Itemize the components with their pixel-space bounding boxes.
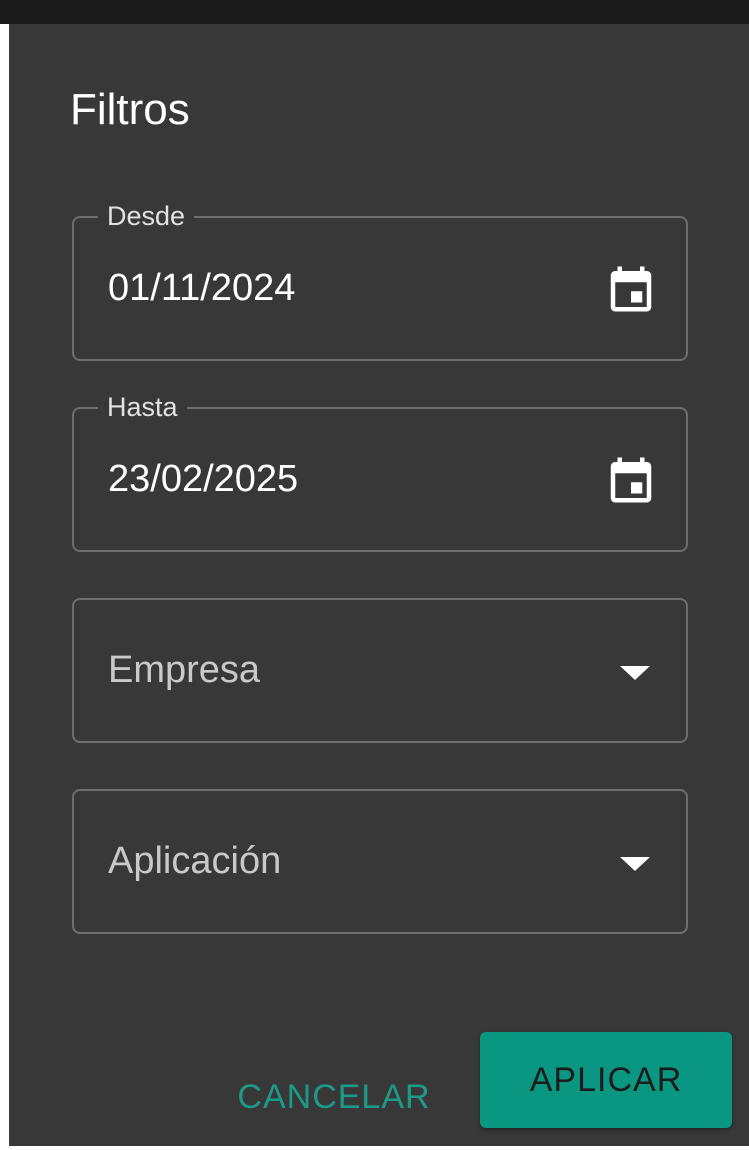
desde-value[interactable]: 01/11/2024 xyxy=(108,262,295,314)
desde-date-field[interactable]: Desde 01/11/2024 xyxy=(72,200,688,361)
empresa-select[interactable]: Empresa xyxy=(72,598,688,743)
dropdown-arrow-icon[interactable] xyxy=(618,664,652,682)
empresa-placeholder: Empresa xyxy=(108,649,261,691)
calendar-icon[interactable] xyxy=(604,260,658,318)
aplicacion-select[interactable]: Aplicación xyxy=(72,789,688,934)
dialog-title: Filtros xyxy=(70,85,190,134)
aplicacion-placeholder: Aplicación xyxy=(108,840,282,882)
dropdown-arrow-icon[interactable] xyxy=(618,855,652,873)
filters-dialog: Filtros Desde 01/11/2024 Hasta 23/02/202… xyxy=(9,24,749,1146)
desde-label: Desde xyxy=(98,200,195,232)
cancel-button[interactable]: CANCELAR xyxy=(219,1050,449,1144)
window-top-bar xyxy=(0,0,749,24)
hasta-date-field[interactable]: Hasta 23/02/2025 xyxy=(72,391,688,552)
hasta-label: Hasta xyxy=(98,391,187,423)
calendar-icon[interactable] xyxy=(604,451,658,509)
hasta-value[interactable]: 23/02/2025 xyxy=(108,453,298,505)
apply-button[interactable]: APLICAR xyxy=(480,1032,732,1128)
